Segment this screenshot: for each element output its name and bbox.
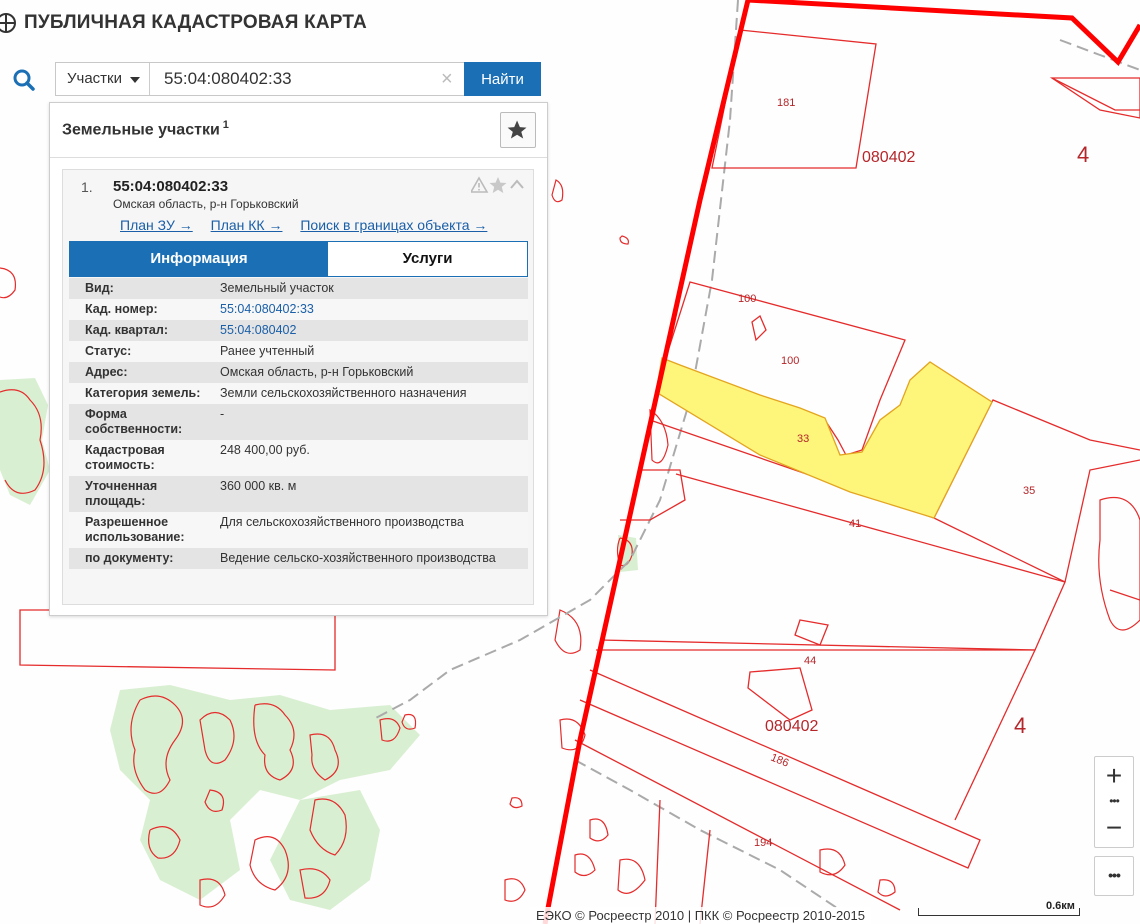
attribution: ЕЭКО © Росреестр 2010 | ПКК © Росреестр … — [530, 907, 871, 924]
parcel-label-100a: 100 — [738, 293, 756, 305]
find-button[interactable]: Найти — [464, 62, 541, 96]
card-tools — [469, 176, 527, 196]
parcel-label-41: 41 — [849, 518, 861, 530]
property-row-address: Адрес: Омская область, р-н Горьковский — [69, 362, 528, 383]
chevron-up-icon[interactable] — [510, 179, 524, 189]
property-row-type: Вид: Земельный участок — [69, 278, 528, 299]
district-boundary-top — [747, 0, 1140, 66]
results-panel: Земельные участки 1 1. 55:04:080402:33 Ом… — [49, 102, 548, 616]
result-cadastral-number[interactable]: 55:04:080402:33 — [113, 178, 228, 195]
star-icon — [507, 120, 527, 139]
app-header: ПУБЛИЧНАЯ КАДАСТРОВАЯ КАРТА — [0, 0, 367, 46]
chevron-down-icon — [130, 77, 140, 83]
result-card: 1. 55:04:080402:33 Омская область, р-н Г… — [62, 169, 534, 605]
tab-info[interactable]: Информация — [70, 242, 328, 276]
zoom-in-button[interactable]: + — [1095, 757, 1133, 795]
parcel-label-33: 33 — [797, 433, 809, 445]
zoom-dots: ••• — [1109, 794, 1120, 808]
plan-kk-link[interactable]: План КК → — [211, 217, 283, 233]
scale-label: 0.6км — [1046, 900, 1075, 912]
favorites-button[interactable] — [500, 112, 536, 148]
property-row-by-document: по документу: Ведение сельско-хозяйственн… — [69, 548, 528, 569]
property-row-permitted-use: Разрешенное использование: Для сельскохоз… — [69, 512, 528, 548]
search-icon[interactable] — [10, 65, 40, 95]
district-label-top: 4 — [1077, 142, 1089, 167]
quarter-link[interactable]: 55:04:080402 — [220, 320, 528, 341]
result-address: Омская область, р-н Горьковский — [113, 197, 299, 211]
search-type-label: Участки — [67, 70, 122, 87]
tab-services[interactable]: Услуги — [328, 242, 527, 276]
search-bar: Участки × Найти — [0, 57, 550, 103]
road-path-2 — [574, 759, 841, 911]
property-row-status: Статус: Ранее учтенный — [69, 341, 528, 362]
star-icon-small[interactable] — [489, 177, 507, 193]
properties-table: Вид: Земельный участок Кад. номер: 55:04:0… — [69, 278, 528, 569]
property-row-cadastral-value: Кадастровая стоимость: 248 400,00 руб. — [69, 440, 528, 476]
warning-icon[interactable] — [469, 176, 489, 193]
clear-icon[interactable]: × — [441, 68, 453, 90]
app-title: ПУБЛИЧНАЯ КАДАСТРОВАЯ КАРТА — [24, 12, 367, 33]
parcel-label-194: 194 — [754, 837, 772, 849]
plan-zu-link[interactable]: План ЗУ → — [120, 217, 193, 233]
parcel-label-186: 186 — [769, 752, 791, 770]
search-input[interactable] — [154, 63, 474, 95]
property-row-land-category: Категория земель: Земли сельскохозяйствен… — [69, 383, 528, 404]
quarter-label-top: 080402 — [862, 149, 915, 166]
selected-parcel[interactable] — [655, 357, 993, 519]
more-button[interactable]: ••• — [1094, 856, 1134, 896]
panel-title-text: Земельные участки — [62, 121, 220, 139]
zoom-out-button[interactable]: − — [1095, 809, 1133, 847]
cadastral-number-link[interactable]: 55:04:080402:33 — [220, 299, 528, 320]
panel-header: Земельные участки 1 — [50, 103, 547, 158]
parcel-label-35: 35 — [1023, 485, 1035, 497]
property-row-cadastral-number: Кад. номер: 55:04:080402:33 — [69, 299, 528, 320]
property-row-area: Уточненная площадь: 360 000 кв. м — [69, 476, 528, 512]
panel-title: Земельные участки 1 — [62, 119, 229, 139]
search-in-bounds-link[interactable]: Поиск в границах объекта → — [300, 217, 487, 233]
search-box: Участки × Найти — [55, 62, 541, 96]
search-type-select[interactable]: Участки — [56, 63, 150, 95]
parcel-label-100b: 100 — [781, 355, 799, 367]
property-row-quarter: Кад. квартал: 55:04:080402 — [69, 320, 528, 341]
zoom-controls: + ••• − — [1094, 756, 1134, 848]
district-label-bottom: 4 — [1014, 713, 1026, 738]
results-count: 1 — [222, 119, 229, 131]
logo-icon — [0, 13, 16, 33]
result-index: 1. — [81, 179, 93, 195]
quarter-label-bottom: 080402 — [765, 718, 818, 735]
parcel-label-44: 44 — [804, 655, 816, 667]
property-row-ownership: Форма собственности: - — [69, 404, 528, 440]
parcel-label-181: 181 — [777, 97, 795, 109]
result-links: План ЗУ → План КК → Поиск в границах объ… — [120, 217, 501, 233]
result-tabs: Информация Услуги — [69, 241, 528, 277]
